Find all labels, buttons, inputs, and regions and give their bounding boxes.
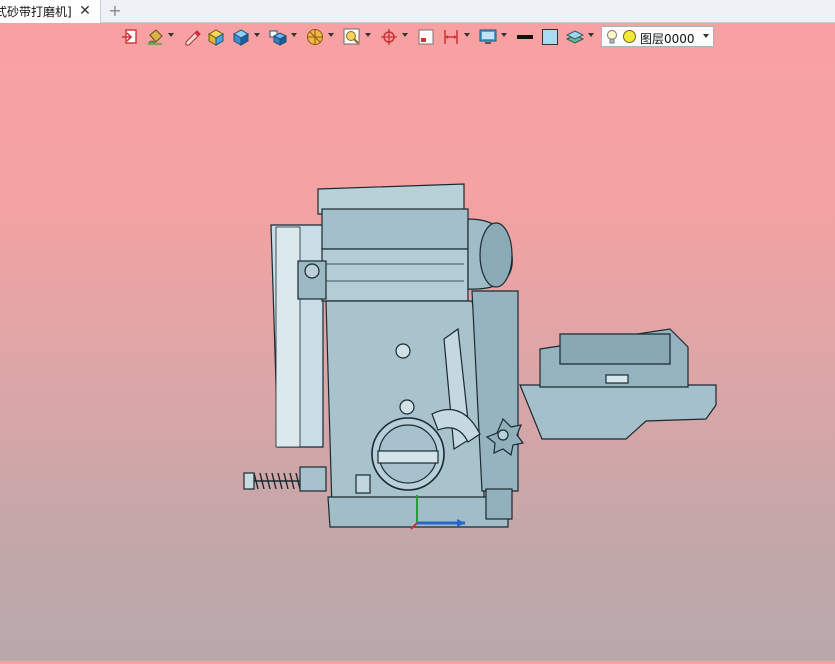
chevron-down-icon[interactable]: [291, 33, 297, 37]
chevron-down-icon[interactable]: [703, 34, 709, 38]
3d-viewport[interactable]: [0, 49, 835, 661]
exit-sketch-icon[interactable]: [120, 27, 140, 47]
frame-icon[interactable]: [416, 27, 436, 47]
paint-bucket-icon[interactable]: [146, 27, 166, 47]
view-orient-icon[interactable]: [268, 27, 288, 47]
sander-3d-model: [243, 183, 717, 530]
chevron-down-icon[interactable]: [168, 33, 174, 37]
new-tab-icon[interactable]: +: [107, 2, 123, 20]
section-view-icon[interactable]: [305, 27, 325, 47]
cube-select-icon[interactable]: [206, 27, 226, 47]
zoom-fit-icon[interactable]: [342, 27, 362, 47]
document-tab[interactable]: 式砂带打磨机] ✕: [0, 0, 101, 23]
eraser-pen-icon[interactable]: [182, 27, 202, 47]
chevron-down-icon[interactable]: [365, 33, 371, 37]
shaded-cube-icon[interactable]: [231, 27, 251, 47]
layer-selector[interactable]: 图层0000: [601, 26, 714, 47]
crosshair-icon[interactable]: [379, 27, 399, 47]
chevron-down-icon[interactable]: [254, 33, 260, 37]
line-color-icon[interactable]: [515, 27, 535, 47]
fill-color-icon[interactable]: [540, 27, 560, 47]
chevron-down-icon[interactable]: [501, 33, 507, 37]
layer-color-icon[interactable]: [623, 30, 636, 43]
layers-icon[interactable]: [565, 27, 585, 47]
document-tab-title: 式砂带打磨机]: [0, 5, 72, 19]
dimension-icon[interactable]: [441, 27, 461, 47]
document-tab-bar: 式砂带打磨机] ✕ +: [0, 0, 835, 23]
layer-name: 图层0000: [640, 32, 695, 46]
chevron-down-icon[interactable]: [464, 33, 470, 37]
chevron-down-icon[interactable]: [328, 33, 334, 37]
chevron-down-icon[interactable]: [588, 33, 594, 37]
display-monitor-icon[interactable]: [478, 27, 498, 47]
chevron-down-icon[interactable]: [402, 33, 408, 37]
close-tab-icon[interactable]: ✕: [78, 3, 92, 19]
lightbulb-icon[interactable]: [605, 29, 619, 48]
